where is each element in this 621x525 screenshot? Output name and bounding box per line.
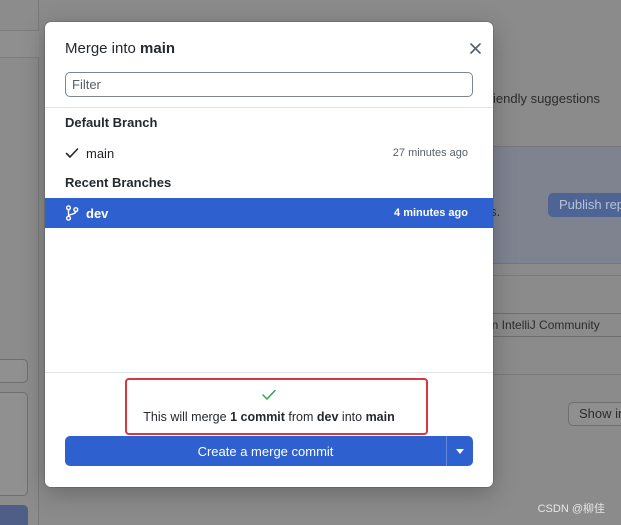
caret-down-icon — [456, 448, 464, 454]
recent-branches-heading: Recent Branches — [65, 175, 172, 190]
filter-input[interactable] — [65, 72, 473, 97]
merge-from-word: from — [284, 410, 317, 424]
background-show-button: Show in — [568, 402, 621, 426]
branch-time: 4 minutes ago — [394, 207, 468, 219]
background-suggestions-text: iendly suggestions — [493, 91, 600, 106]
merge-source-branch: dev — [316, 410, 339, 424]
background-sidebar — [0, 0, 39, 525]
branch-item-dev[interactable]: dev 4 minutes ago — [45, 198, 493, 228]
background-button — [0, 505, 28, 525]
checkmark-icon — [262, 389, 276, 400]
dialog-title-branch: main — [140, 40, 176, 57]
background-input — [0, 359, 28, 383]
default-branch-heading: Default Branch — [65, 115, 158, 130]
merge-target-branch: main — [365, 410, 395, 424]
create-merge-commit-button[interactable]: Create a merge commit — [65, 436, 473, 466]
create-merge-commit-label: Create a merge commit — [197, 443, 334, 459]
branch-name: main — [86, 145, 115, 161]
merge-summary-prefix: This will merge — [143, 410, 231, 424]
background-strip — [0, 30, 39, 58]
dialog-footer: This will merge 1 commit from dev into m… — [45, 372, 493, 487]
branch-name: dev — [86, 205, 109, 221]
background-textarea — [0, 392, 28, 496]
close-button[interactable] — [466, 39, 484, 57]
merge-into-word: into — [338, 410, 366, 424]
git-branch-icon — [65, 205, 79, 221]
dialog-title: Merge into main — [65, 40, 175, 57]
close-icon — [469, 42, 481, 54]
checkmark-icon — [65, 146, 79, 160]
watermark: CSDN @柳佳 — [537, 503, 605, 515]
merge-options-dropdown[interactable] — [447, 436, 473, 466]
branch-item-main[interactable]: main 27 minutes ago — [45, 138, 493, 168]
merge-summary: This will merge 1 commit from dev into m… — [45, 410, 493, 424]
dialog-title-prefix: Merge into — [65, 40, 141, 57]
background-publish-button: Publish rep — [548, 193, 621, 217]
background-divider — [490, 275, 621, 276]
merge-dialog: Merge into main Default Branch main 27 m… — [45, 22, 493, 487]
branch-time: 27 minutes ago — [392, 147, 468, 159]
dialog-header: Merge into main — [45, 22, 493, 108]
highlight-box — [125, 378, 428, 435]
merge-commit-count: 1 commit — [230, 410, 285, 424]
background-divider — [490, 374, 621, 375]
